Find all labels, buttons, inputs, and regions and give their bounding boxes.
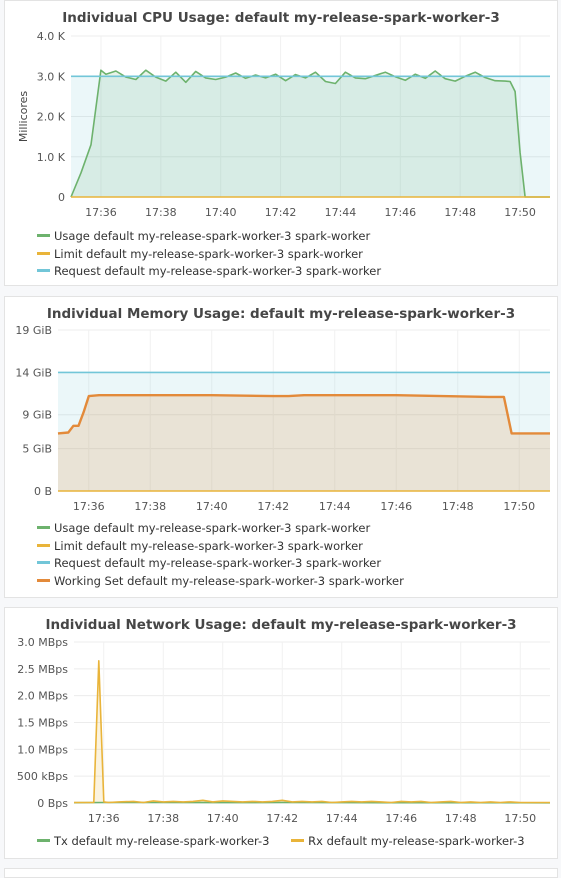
y-tick-label: 14 GiB	[15, 366, 52, 379]
series-area	[58, 395, 550, 491]
legend-item-cpu-usage[interactable]: Usage default my-release-spark-worker-3 …	[37, 228, 381, 246]
legend-label: Rx default my-release-spark-worker-3	[308, 834, 524, 848]
x-tick-label: 17:44	[319, 500, 351, 513]
x-tick-label: 17:50	[504, 812, 536, 825]
y-axis-title: Millicores	[17, 91, 30, 143]
x-tick-label: 17:48	[444, 206, 476, 219]
x-tick-label: 17:46	[384, 206, 416, 219]
legend-swatch	[37, 544, 50, 547]
legend-item-cpu-request[interactable]: Request default my-release-spark-worker-…	[37, 263, 381, 281]
network-usage-panel: Individual Network Usage: default my-rel…	[4, 607, 558, 859]
legend-label: Limit default my-release-spark-worker-3 …	[54, 539, 363, 553]
legend-item-network-rx[interactable]: Rx default my-release-spark-worker-3	[291, 833, 524, 851]
x-tick-label: 17:48	[442, 500, 474, 513]
y-tick-label: 1.5 MBps	[17, 717, 68, 730]
y-tick-label: 0 Bps	[37, 797, 68, 810]
legend-swatch	[37, 252, 50, 255]
legend-item-memory-usage[interactable]: Usage default my-release-spark-worker-3 …	[37, 520, 404, 538]
x-tick-label: 17:38	[134, 500, 166, 513]
memory-chart: 19 GiB 14 GiB 9 GiB 5 GiB 0 B 17:36 17:38 17:40…	[5, 297, 559, 521]
y-tick-label: 2.0 MBps	[17, 690, 68, 703]
y-tick-label: 0 B	[34, 485, 52, 498]
legend-swatch	[37, 526, 50, 529]
y-tick-label: 1.0 K	[37, 151, 66, 164]
legend-label: Usage default my-release-spark-worker-3 …	[54, 229, 370, 243]
y-tick-label: 4.0 K	[37, 30, 66, 43]
y-tick-label: 9 GiB	[22, 409, 52, 422]
legend-item-memory-limit[interactable]: Limit default my-release-spark-worker-3 …	[37, 538, 404, 556]
x-tick-label: 17:38	[145, 206, 177, 219]
x-tick-label: 17:40	[205, 206, 237, 219]
y-tick-label: 1.0 MBps	[17, 743, 68, 756]
cpu-chart: 4.0 K 3.0 K 2.0 K 1.0 K 0 17:36 17:38 17:40 17:4…	[5, 1, 559, 226]
x-tick-label: 17:50	[503, 500, 535, 513]
x-tick-label: 17:44	[326, 812, 358, 825]
series-line[interactable]	[74, 661, 550, 803]
legend-label: Request default my-release-spark-worker-…	[54, 556, 381, 570]
series-area	[71, 76, 550, 197]
legend-item-cpu-limit[interactable]: Limit default my-release-spark-worker-3 …	[37, 246, 381, 264]
memory-legend: Usage default my-release-spark-worker-3 …	[37, 520, 404, 590]
legend-swatch	[37, 839, 50, 842]
legend-swatch	[37, 234, 50, 237]
x-tick-label: 17:36	[88, 812, 120, 825]
legend-swatch	[37, 561, 50, 564]
x-tick-label: 17:36	[85, 206, 117, 219]
next-panel-edge	[4, 868, 558, 878]
legend-label: Limit default my-release-spark-worker-3 …	[54, 247, 363, 261]
x-tick-label: 17:46	[380, 500, 412, 513]
cpu-usage-panel: Individual CPU Usage: default my-release…	[4, 0, 558, 286]
y-tick-label: 3.0 MBps	[17, 636, 68, 649]
x-tick-label: 17:36	[73, 500, 105, 513]
y-tick-label: 19 GiB	[15, 324, 52, 337]
legend-swatch	[37, 269, 50, 272]
x-tick-label: 17:42	[266, 812, 298, 825]
legend-item-memory-request[interactable]: Request default my-release-spark-worker-…	[37, 555, 404, 573]
cpu-legend: Usage default my-release-spark-worker-3 …	[37, 228, 381, 281]
y-tick-label: 2.0 K	[37, 111, 66, 124]
legend-label: Request default my-release-spark-worker-…	[54, 264, 381, 278]
x-tick-label: 17:44	[325, 206, 357, 219]
x-tick-label: 17:50	[504, 206, 536, 219]
x-tick-label: 17:40	[207, 812, 239, 825]
x-tick-label: 17:38	[147, 812, 179, 825]
network-chart: 3.0 MBps 2.5 MBps 2.0 MBps 1.5 MBps 1.0 MBps…	[5, 608, 559, 832]
series-area	[74, 661, 550, 803]
legend-label: Tx default my-release-spark-worker-3	[54, 834, 269, 848]
y-tick-label: 2.5 MBps	[17, 663, 68, 676]
x-tick-label: 17:42	[257, 500, 289, 513]
y-tick-label: 3.0 K	[37, 70, 66, 83]
network-legend: Tx default my-release-spark-worker-3 Rx …	[37, 833, 543, 851]
legend-label: Working Set default my-release-spark-wor…	[54, 574, 404, 588]
y-tick-label: 0	[58, 191, 65, 204]
legend-label: Usage default my-release-spark-worker-3 …	[54, 521, 370, 535]
y-tick-label: 5 GiB	[22, 443, 52, 456]
legend-item-network-tx[interactable]: Tx default my-release-spark-worker-3	[37, 833, 269, 851]
x-tick-label: 17:42	[265, 206, 297, 219]
legend-swatch	[291, 839, 304, 842]
x-tick-label: 17:48	[445, 812, 477, 825]
legend-item-memory-working-set[interactable]: Working Set default my-release-spark-wor…	[37, 573, 404, 591]
legend-swatch	[37, 579, 50, 582]
x-tick-label: 17:40	[196, 500, 228, 513]
y-tick-label: 500 kBps	[17, 770, 68, 783]
memory-usage-panel: Individual Memory Usage: default my-rele…	[4, 296, 558, 598]
x-tick-label: 17:46	[385, 812, 417, 825]
